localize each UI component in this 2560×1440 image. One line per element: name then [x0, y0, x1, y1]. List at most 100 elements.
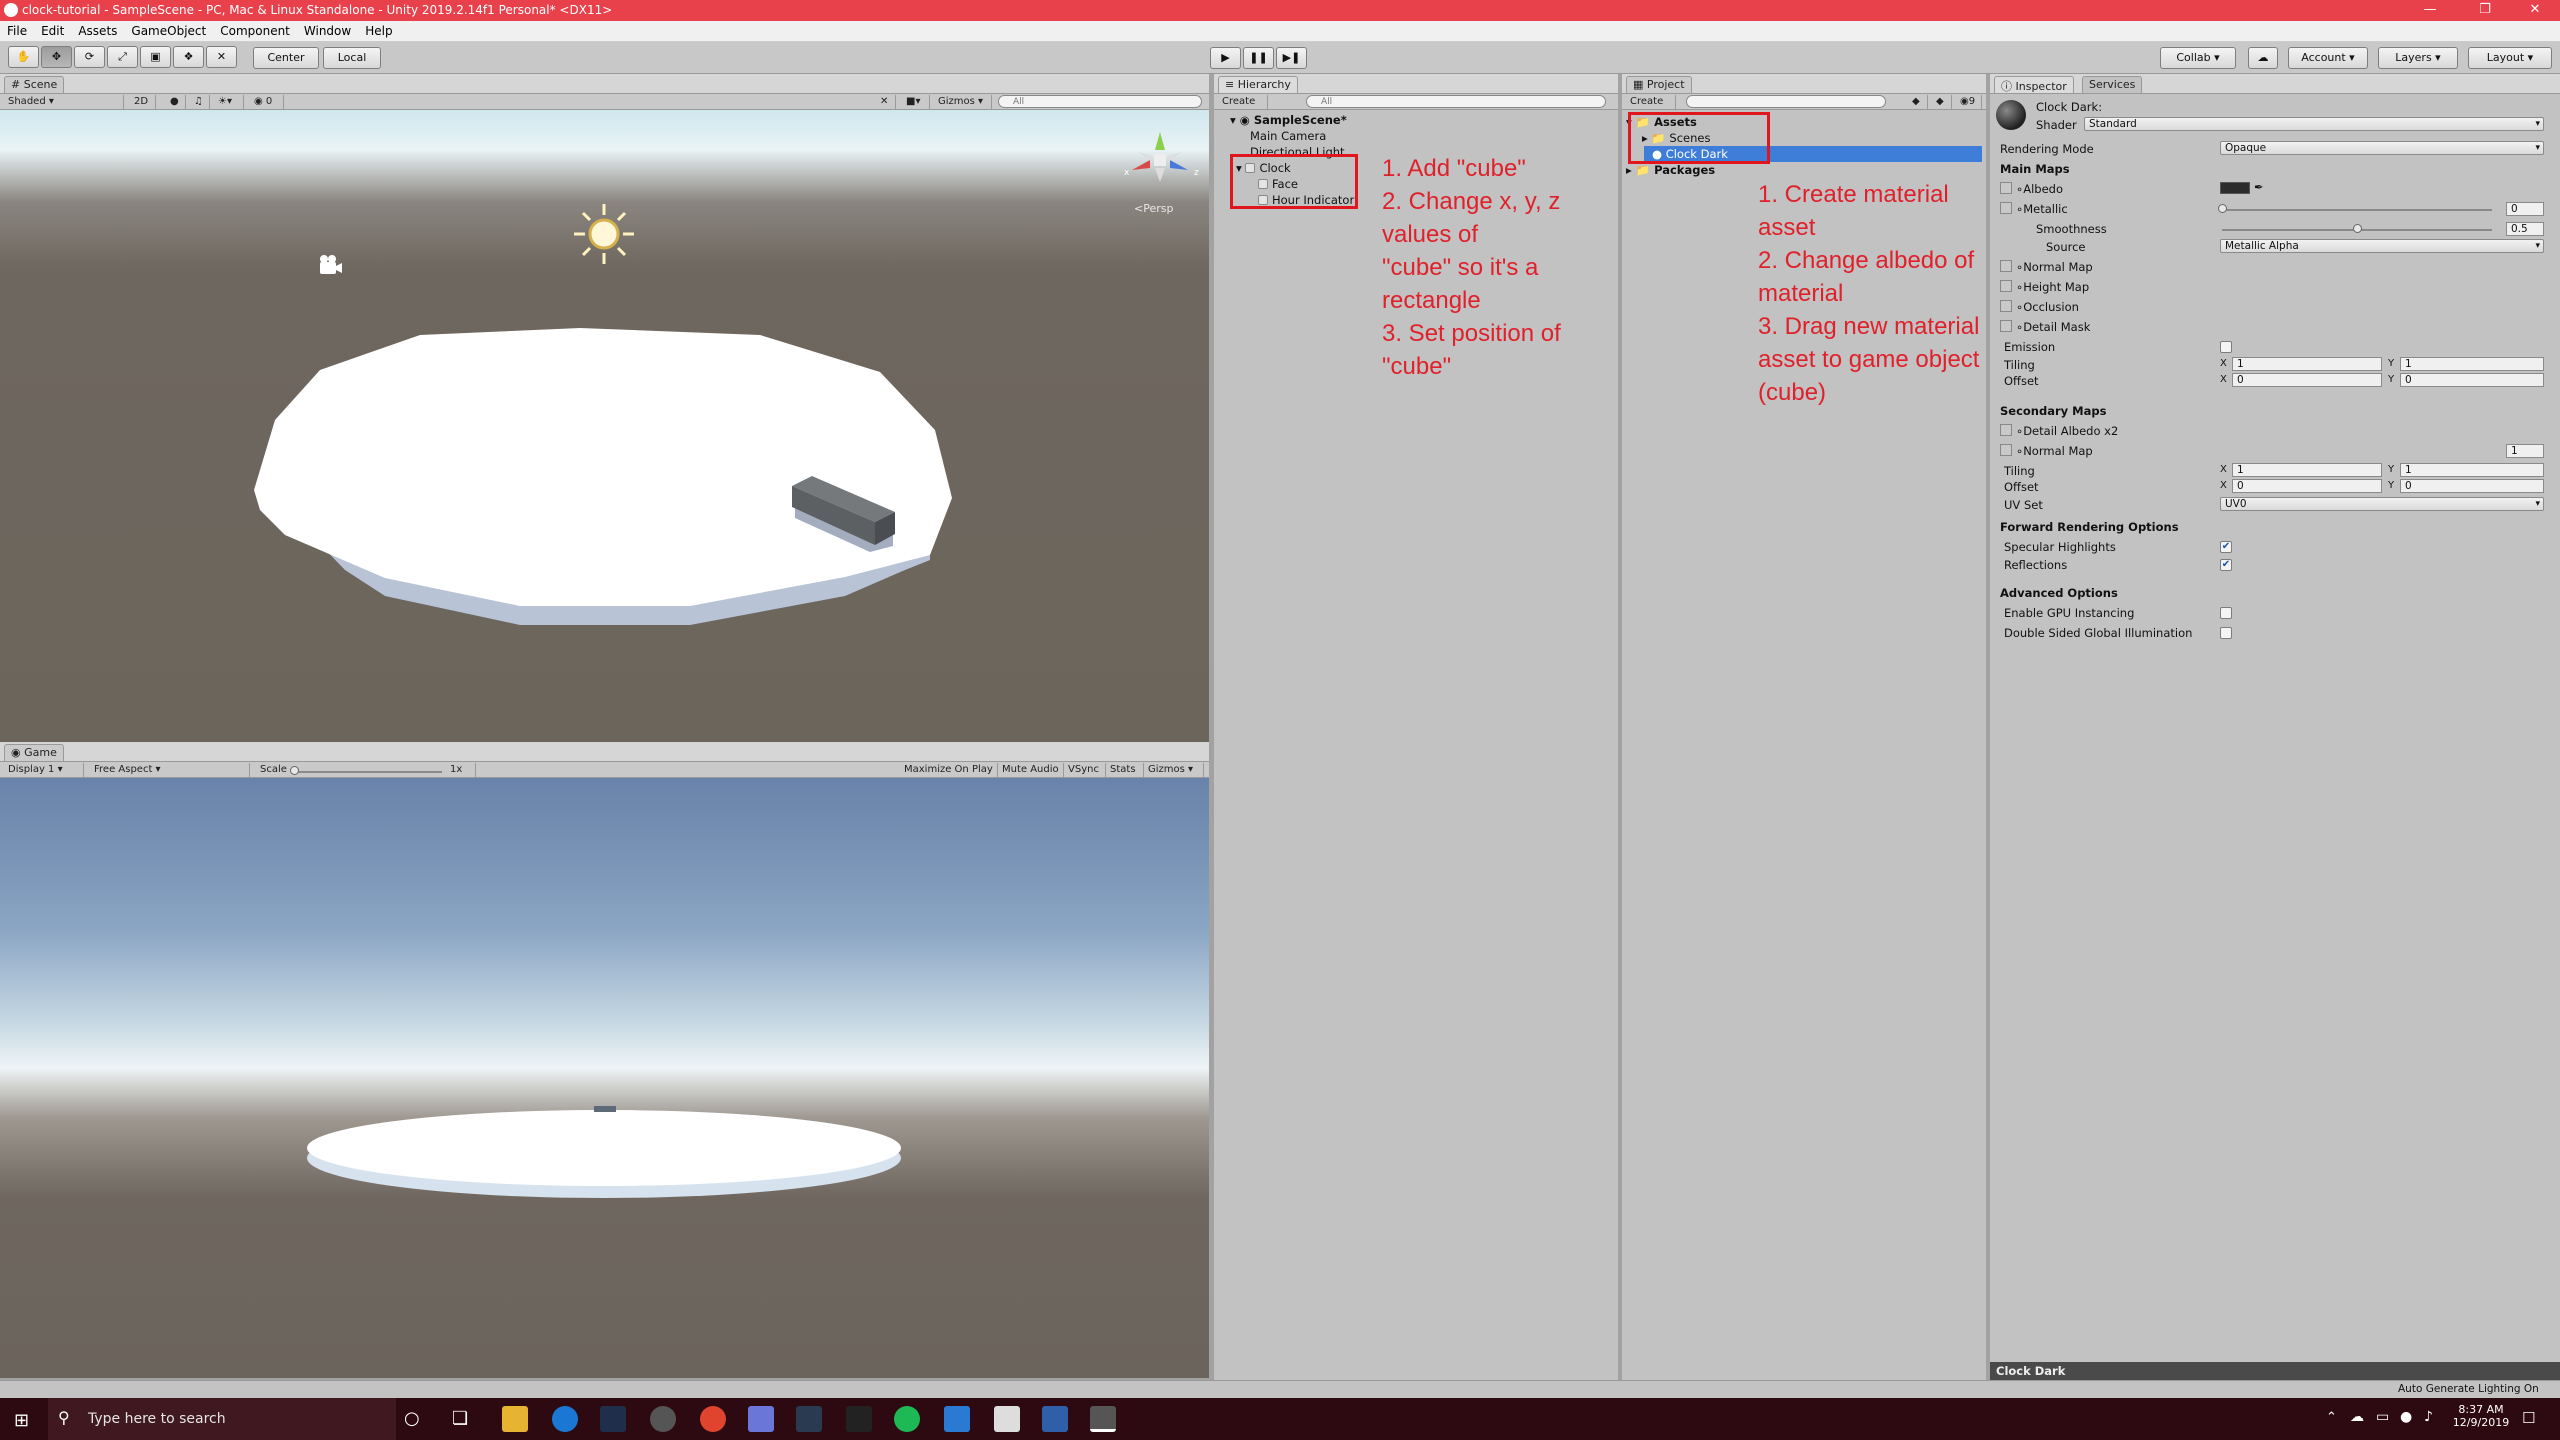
tools-icon[interactable]: ✕ — [876, 95, 896, 109]
source-dropdown[interactable]: Metallic Alpha — [2220, 239, 2544, 253]
mute-audio-toggle[interactable]: Mute Audio — [998, 763, 1064, 777]
smoothness-value[interactable]: 0.5 — [2506, 222, 2544, 236]
collab-button[interactable]: Collab ▾ — [2160, 47, 2236, 69]
scene-tab[interactable]: # Scene — [4, 76, 65, 93]
taskbar-clock[interactable]: 8:37 AM 12/9/2019 — [2452, 1403, 2510, 1429]
powershell-icon[interactable] — [1042, 1406, 1068, 1432]
scene-view[interactable]: x z <Persp — [0, 110, 1209, 742]
persp-label[interactable]: <Persp — [1134, 202, 1173, 215]
scale-slider[interactable] — [292, 771, 442, 773]
sec-offset-x-field[interactable]: 0 — [2232, 479, 2382, 493]
height-map-slot[interactable] — [2000, 280, 2012, 292]
edge-browser-icon[interactable] — [552, 1406, 578, 1432]
services-tab[interactable]: Services — [2082, 76, 2143, 93]
inspector-tab[interactable]: ⓘ Inspector — [1994, 76, 2074, 93]
notifications-icon[interactable]: ☐ — [2522, 1409, 2535, 1427]
scale-slider-knob[interactable] — [290, 766, 299, 775]
hand-tool-icon[interactable]: ✋ — [8, 46, 39, 68]
2d-toggle[interactable]: 2D — [130, 95, 156, 109]
display-dropdown[interactable]: Display 1 ▾ — [4, 763, 84, 777]
pivot-center-button[interactable]: Center — [253, 47, 319, 69]
discord-icon[interactable] — [748, 1406, 774, 1432]
metallic-slider-knob[interactable] — [2218, 204, 2227, 213]
account-button[interactable]: Account ▾ — [2288, 47, 2368, 69]
albedo-texture-slot[interactable] — [2000, 182, 2012, 194]
gpu-instancing-checkbox[interactable] — [2220, 607, 2232, 619]
scale-tool-icon[interactable]: ⤢ — [107, 46, 138, 68]
menu-file[interactable]: File — [0, 21, 34, 38]
metallic-texture-slot[interactable] — [2000, 202, 2012, 214]
cloud-icon[interactable]: ☁ — [2248, 47, 2278, 69]
sec-tiling-y-field[interactable]: 1 — [2400, 463, 2544, 477]
stats-toggle[interactable]: Stats — [1106, 763, 1144, 777]
detail-albedo-slot[interactable] — [2000, 424, 2012, 436]
cortana-icon[interactable]: ○ — [404, 1408, 420, 1429]
filter-label-icon[interactable]: ◆ — [1932, 95, 1952, 109]
game-gizmos-dropdown[interactable]: Gizmos ▾ — [1144, 763, 1204, 777]
specular-checkbox[interactable]: ✔ — [2220, 541, 2232, 553]
normal-map-slot[interactable] — [2000, 260, 2012, 272]
project-search-input[interactable] — [1686, 95, 1886, 108]
project-tab[interactable]: ▦ Project — [1626, 76, 1692, 93]
reflections-checkbox[interactable]: ✔ — [2220, 559, 2232, 571]
rotate-tool-icon[interactable]: ⟳ — [74, 46, 105, 68]
vscode-icon[interactable] — [944, 1406, 970, 1432]
hidden-packages-toggle[interactable]: ◉9 — [1956, 95, 1982, 109]
menu-window[interactable]: Window — [297, 21, 358, 38]
steam-icon[interactable] — [796, 1406, 822, 1432]
epic-games-icon[interactable] — [846, 1406, 872, 1432]
play-icon[interactable]: ▶ — [1210, 47, 1241, 69]
unity-hub-icon[interactable] — [994, 1406, 1020, 1432]
hidden-objects-toggle[interactable]: ◉ 0 — [250, 95, 284, 109]
hierarchy-create-button[interactable]: Create ▾ — [1218, 95, 1268, 121]
albedo-color-field[interactable] — [2220, 182, 2250, 194]
menu-edit[interactable]: Edit — [34, 21, 71, 38]
secondary-normal-value[interactable]: 1 — [2506, 444, 2544, 458]
lighting-toggle-icon[interactable]: ● — [166, 95, 186, 109]
task-view-icon[interactable]: ❏ — [452, 1408, 468, 1429]
emission-checkbox[interactable] — [2220, 341, 2232, 353]
hierarchy-tab[interactable]: ≡ Hierarchy — [1218, 76, 1298, 93]
usb-icon[interactable]: ▭ — [2376, 1409, 2389, 1425]
onedrive-icon[interactable]: ☁ — [2350, 1409, 2364, 1425]
close-icon[interactable]: ✕ — [2515, 2, 2555, 17]
tiling-y-field[interactable]: 1 — [2400, 357, 2544, 371]
shader-dropdown[interactable]: Standard — [2084, 117, 2544, 131]
sec-offset-y-field[interactable]: 0 — [2400, 479, 2544, 493]
windows-start-icon[interactable]: ⊞ — [14, 1410, 29, 1431]
game-tab[interactable]: ◉ Game — [4, 744, 64, 761]
minimize-icon[interactable]: — — [2410, 2, 2450, 17]
restore-icon[interactable]: ❐ — [2465, 2, 2505, 17]
filter-type-icon[interactable]: ◆ — [1908, 95, 1928, 109]
metallic-value[interactable]: 0 — [2506, 202, 2544, 216]
rendering-mode-dropdown[interactable]: Opaque — [2220, 141, 2544, 155]
menu-help[interactable]: Help — [358, 21, 399, 38]
detail-mask-slot[interactable] — [2000, 320, 2012, 332]
spotify-icon[interactable] — [894, 1406, 920, 1432]
preview-bar[interactable]: Clock Dark — [1990, 1362, 2560, 1380]
double-sided-gi-checkbox[interactable] — [2220, 627, 2232, 639]
shading-mode-dropdown[interactable]: Shaded ▾ — [4, 95, 124, 109]
offset-x-field[interactable]: 0 — [2232, 373, 2382, 387]
secondary-normal-slot[interactable] — [2000, 444, 2012, 456]
uv-set-dropdown[interactable]: UV0 — [2220, 497, 2544, 511]
custom-tool-icon[interactable]: ✕ — [206, 46, 237, 68]
chrome-icon[interactable] — [700, 1406, 726, 1432]
transform-tool-icon[interactable]: ❖ — [173, 46, 204, 68]
effects-toggle-icon[interactable]: ☀▾ — [214, 95, 244, 109]
menu-component[interactable]: Component — [213, 21, 297, 38]
step-icon[interactable]: ▶❚ — [1276, 47, 1307, 69]
move-tool-icon[interactable]: ✥ — [41, 46, 72, 68]
volume-icon[interactable]: ♪ — [2424, 1409, 2433, 1425]
game-view[interactable] — [0, 778, 1209, 1378]
packages-folder[interactable]: ▸ 📁 Packages — [1626, 162, 1715, 178]
scene-search-input[interactable]: All — [998, 95, 1202, 108]
occlusion-slot[interactable] — [2000, 300, 2012, 312]
scene-gizmos-dropdown[interactable]: Gizmos ▾ — [934, 95, 992, 109]
menu-assets[interactable]: Assets — [71, 21, 124, 38]
unity-editor-icon[interactable] — [1090, 1406, 1116, 1432]
metallic-slider[interactable] — [2222, 209, 2492, 211]
layers-button[interactable]: Layers ▾ — [2378, 47, 2458, 69]
microphone-icon[interactable]: ● — [2400, 1409, 2412, 1425]
aspect-dropdown[interactable]: Free Aspect ▾ — [90, 763, 250, 777]
